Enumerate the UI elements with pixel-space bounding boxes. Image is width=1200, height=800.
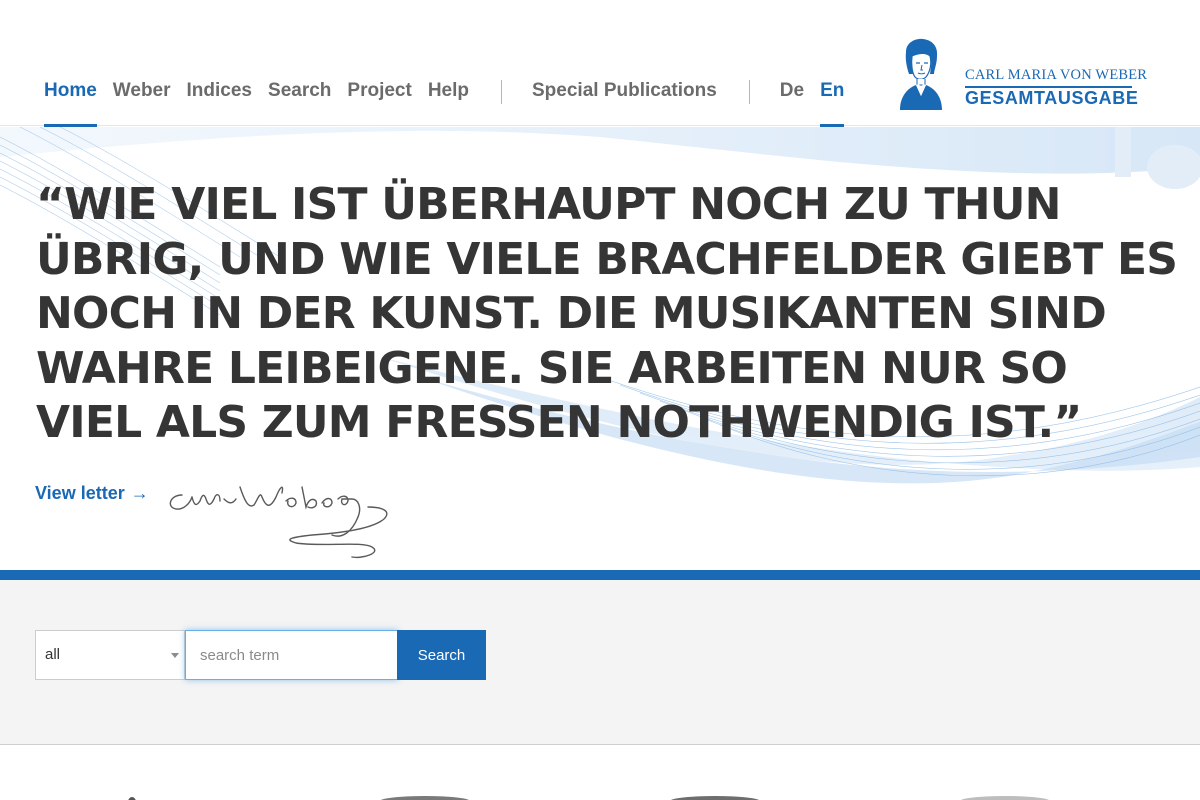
language-de[interactable]: De [780, 78, 804, 126]
weber-portrait-icon [900, 38, 942, 110]
nav-item-home[interactable]: Home [44, 78, 97, 128]
search-input[interactable] [185, 630, 398, 680]
search-button[interactable]: Search [397, 630, 486, 680]
search-scope-value: all [45, 646, 61, 663]
logo-title-line1: CARL MARIA VON WEBER [965, 67, 1148, 83]
hero-quote: “WIE VIEL IST ÜBERHAUPT NOCH ZU THUN ÜBR… [36, 179, 1178, 448]
site-logo[interactable]: CARL MARIA VON WEBER GESAMTAUSGABE [892, 38, 1147, 112]
nav-item-search[interactable]: Search [268, 78, 331, 126]
nav-item-project[interactable]: Project [347, 78, 411, 126]
logo-title-line2: GESAMTAUSGABE [965, 88, 1139, 108]
hero-bottom-bar [0, 570, 1200, 580]
nav-item-indices[interactable]: Indices [187, 78, 252, 126]
nav-divider [748, 80, 750, 104]
search-scope-select[interactable]: all [35, 630, 185, 680]
search-section: all Search [0, 580, 1200, 745]
nav-divider [501, 80, 502, 104]
nav-item-weber[interactable]: Weber [113, 78, 171, 126]
view-letter-label: View letter [35, 483, 125, 503]
caret-down-icon [171, 653, 179, 658]
language-en[interactable]: En [820, 78, 845, 128]
teaser-image[interactable] [670, 796, 760, 800]
main-nav: Home Weber Indices Search Project Help S… [44, 78, 860, 128]
hero-section: “WIE VIEL IST ÜBERHAUPT NOCH ZU THUN ÜBR… [0, 127, 1200, 570]
signature-image [169, 486, 388, 559]
teaser-image[interactable] [380, 796, 470, 800]
teaser-row [0, 746, 1200, 800]
nav-item-special-publications[interactable]: Special Publications [532, 78, 717, 126]
nav-item-help[interactable]: Help [428, 78, 469, 126]
arrow-right-icon: → [130, 483, 149, 503]
view-letter-link[interactable]: View letter → [35, 483, 149, 504]
teaser-image[interactable] [960, 796, 1050, 800]
site-header: Home Weber Indices Search Project Help S… [0, 0, 1200, 128]
